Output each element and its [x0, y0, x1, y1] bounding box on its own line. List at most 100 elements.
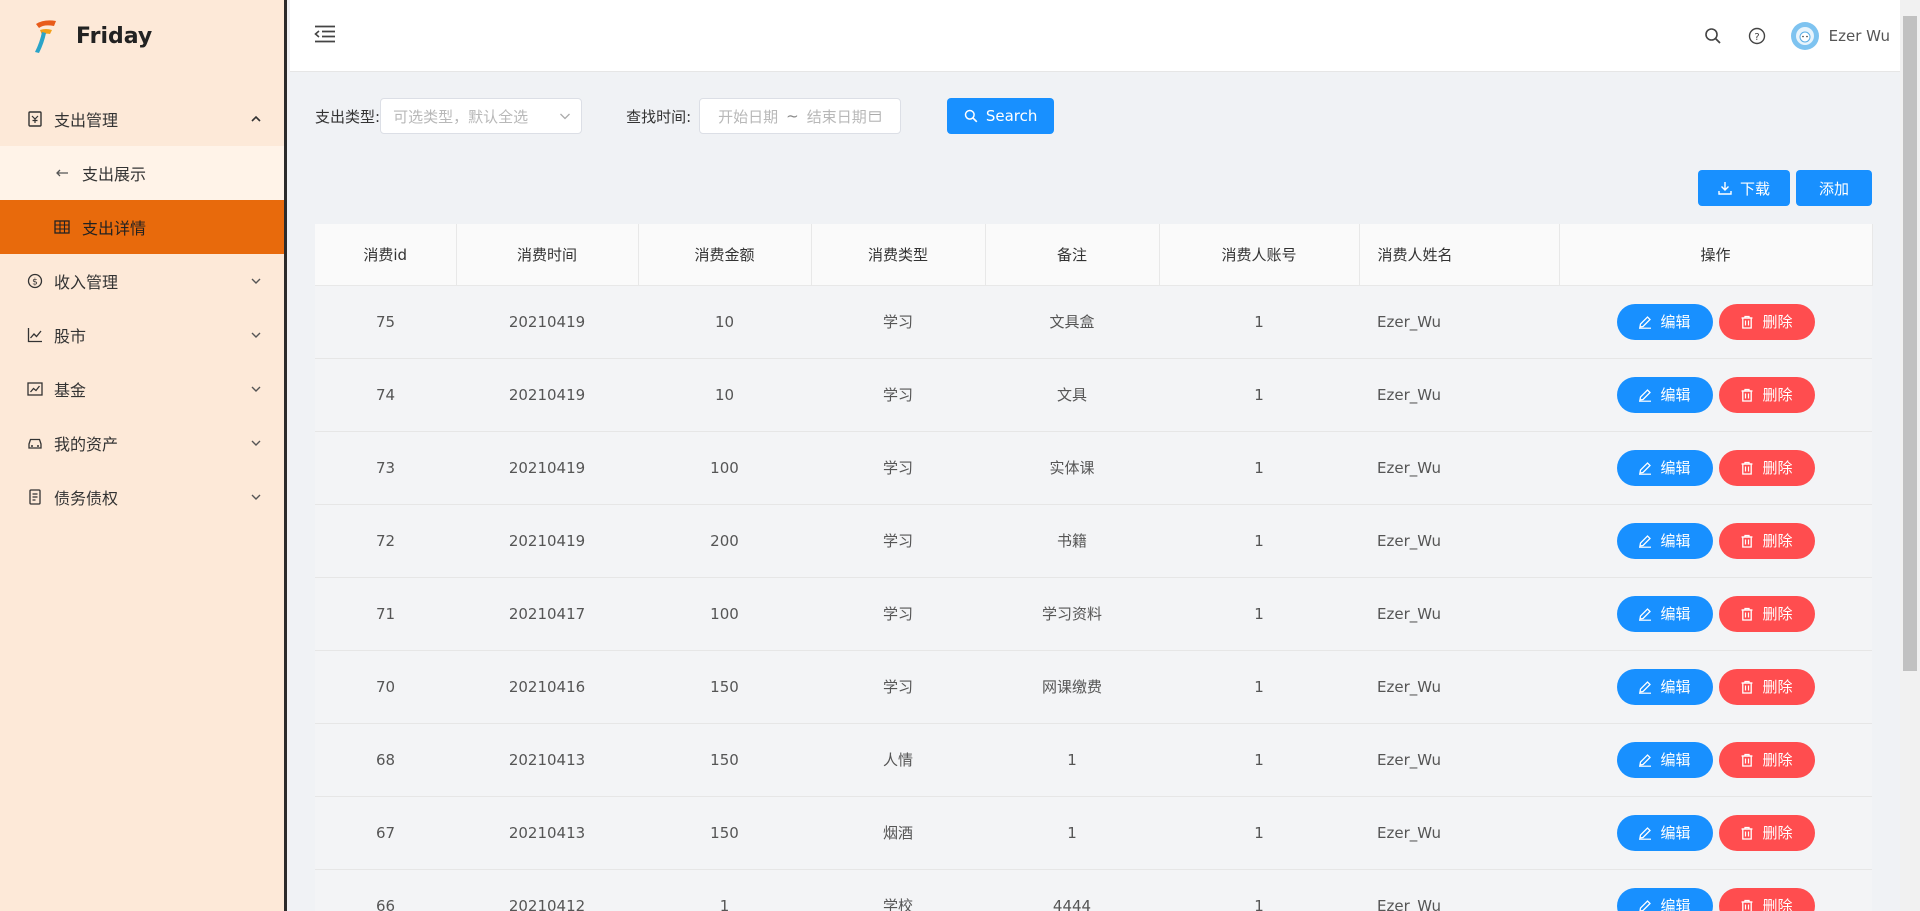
- svg-text:$: $: [32, 278, 38, 288]
- column-header[interactable]: 消费金额: [638, 224, 812, 286]
- table-cell: 150: [638, 723, 811, 797]
- calendar-icon: [869, 107, 881, 126]
- table-cell: 学习: [811, 431, 985, 505]
- column-header[interactable]: 备注: [985, 224, 1160, 286]
- delete-button-label: 删除: [1762, 678, 1793, 696]
- start-date-input[interactable]: 开始日期: [718, 106, 778, 127]
- table-cell: 10: [638, 358, 811, 432]
- edit-icon: [1638, 680, 1652, 694]
- edit-button[interactable]: 编辑: [1616, 814, 1713, 851]
- search-time-label: 查找时间:: [626, 107, 692, 126]
- table-cell: 1: [1159, 358, 1359, 432]
- delete-button[interactable]: 删除: [1718, 522, 1815, 559]
- delete-button[interactable]: 删除: [1718, 449, 1815, 486]
- edit-button[interactable]: 编辑: [1616, 522, 1713, 559]
- help-icon[interactable]: ?: [1747, 26, 1767, 46]
- menu-my-assets[interactable]: 我的资产: [0, 416, 284, 470]
- delete-button-label: 删除: [1762, 459, 1793, 477]
- delete-button[interactable]: 删除: [1718, 376, 1815, 413]
- table-row: 71 20210417 100 学习 学习资料 1 Ezer_Wu 编辑 删除: [315, 577, 1872, 651]
- edit-button[interactable]: 编辑: [1616, 449, 1713, 486]
- table-cell: 人情: [811, 723, 985, 797]
- menu-stock-market[interactable]: 股市: [0, 308, 284, 362]
- edit-button-label: 编辑: [1660, 751, 1691, 769]
- table-cell: Ezer_Wu: [1359, 431, 1559, 505]
- search-button-label: Search: [985, 107, 1038, 125]
- menu-label: 基金: [54, 381, 87, 400]
- column-header[interactable]: 消费人账号: [1159, 224, 1360, 286]
- table-cell: 70: [315, 650, 456, 724]
- date-range-picker[interactable]: 开始日期 ~ 结束日期: [699, 98, 902, 134]
- column-header[interactable]: 消费id: [315, 224, 457, 286]
- table-cell: 学习: [811, 650, 985, 724]
- row-actions: 编辑 删除: [1559, 358, 1872, 432]
- download-icon: [1718, 181, 1732, 195]
- table-cell: 20210413: [456, 723, 638, 797]
- delete-button[interactable]: 删除: [1718, 595, 1815, 632]
- table-cell: 20210412: [456, 869, 638, 911]
- table-cell: 150: [638, 650, 811, 724]
- collapse-menu-icon[interactable]: [314, 25, 336, 45]
- page-scrollbar[interactable]: [1900, 0, 1920, 911]
- edit-icon: [1638, 461, 1652, 475]
- delete-button[interactable]: 删除: [1718, 741, 1815, 778]
- end-date-input[interactable]: 结束日期: [807, 106, 867, 127]
- edit-icon: [1638, 315, 1652, 329]
- edit-icon: [1638, 899, 1652, 911]
- table-cell: Ezer_Wu: [1359, 869, 1559, 911]
- edit-button[interactable]: 编辑: [1616, 595, 1713, 632]
- chevron-down-icon: [250, 275, 262, 287]
- table-cell: Ezer_Wu: [1359, 358, 1559, 432]
- delete-button[interactable]: 删除: [1718, 303, 1815, 340]
- column-header[interactable]: 消费时间: [456, 224, 639, 286]
- column-header[interactable]: 消费类型: [811, 224, 986, 286]
- edit-button[interactable]: 编辑: [1616, 741, 1713, 778]
- table-cell: Ezer_Wu: [1359, 650, 1559, 724]
- edit-button[interactable]: 编辑: [1616, 668, 1713, 705]
- user-name[interactable]: Ezer Wu: [1829, 27, 1890, 45]
- friday-logo-icon: [30, 16, 60, 56]
- edit-button-label: 编辑: [1660, 605, 1691, 623]
- expense-type-select[interactable]: 可选类型，默认全选: [380, 98, 583, 134]
- row-actions: 编辑 删除: [1559, 796, 1872, 870]
- row-actions-group: 编辑 删除: [1559, 814, 1872, 851]
- edit-button-label: 编辑: [1660, 678, 1691, 696]
- delete-button[interactable]: 删除: [1718, 668, 1815, 705]
- add-button[interactable]: 添加: [1796, 170, 1872, 206]
- sidebar-item-expense-detail[interactable]: 支出详情: [0, 200, 284, 254]
- sidebar-item-expense-display[interactable]: 支出展示: [0, 146, 284, 200]
- column-header[interactable]: 消费人姓名: [1359, 224, 1560, 286]
- edit-icon: [1638, 388, 1652, 402]
- table-cell: 100: [638, 431, 811, 505]
- menu-expense-management[interactable]: 支出管理: [0, 92, 284, 146]
- search-button[interactable]: Search: [947, 98, 1055, 134]
- edit-button[interactable]: 编辑: [1616, 303, 1713, 340]
- logo[interactable]: Friday: [0, 0, 284, 72]
- trash-icon: [1740, 753, 1754, 767]
- edit-button[interactable]: 编辑: [1616, 376, 1713, 413]
- table-cell: 20210416: [456, 650, 638, 724]
- table-cell: 1: [985, 723, 1159, 797]
- scrollbar-thumb[interactable]: [1903, 16, 1917, 671]
- edit-button-label: 编辑: [1660, 532, 1691, 550]
- receipt-icon: [26, 110, 44, 128]
- table-cell: 20210419: [456, 431, 638, 505]
- delete-button[interactable]: 删除: [1718, 814, 1815, 851]
- row-actions-group: 编辑 删除: [1559, 668, 1872, 705]
- table-row: 75 20210419 10 学习 文具盒 1 Ezer_Wu 编辑 删除: [315, 285, 1872, 359]
- line-chart-icon: [26, 326, 44, 344]
- search-icon[interactable]: [1703, 26, 1723, 46]
- table-cell: 75: [315, 285, 456, 359]
- row-actions: 编辑 删除: [1559, 504, 1872, 578]
- delete-button[interactable]: 删除: [1718, 887, 1815, 911]
- edit-button-label: 编辑: [1660, 313, 1691, 331]
- menu-debts[interactable]: 债务债权: [0, 470, 284, 524]
- menu-fund[interactable]: 基金: [0, 362, 284, 416]
- table-cell: 10: [638, 285, 811, 359]
- edit-button[interactable]: 编辑: [1616, 887, 1713, 911]
- trash-icon: [1740, 315, 1754, 329]
- delete-button-label: 删除: [1762, 751, 1793, 769]
- download-button[interactable]: 下载: [1698, 170, 1790, 206]
- avatar[interactable]: [1790, 22, 1819, 50]
- menu-income-management[interactable]: $ 收入管理: [0, 254, 284, 308]
